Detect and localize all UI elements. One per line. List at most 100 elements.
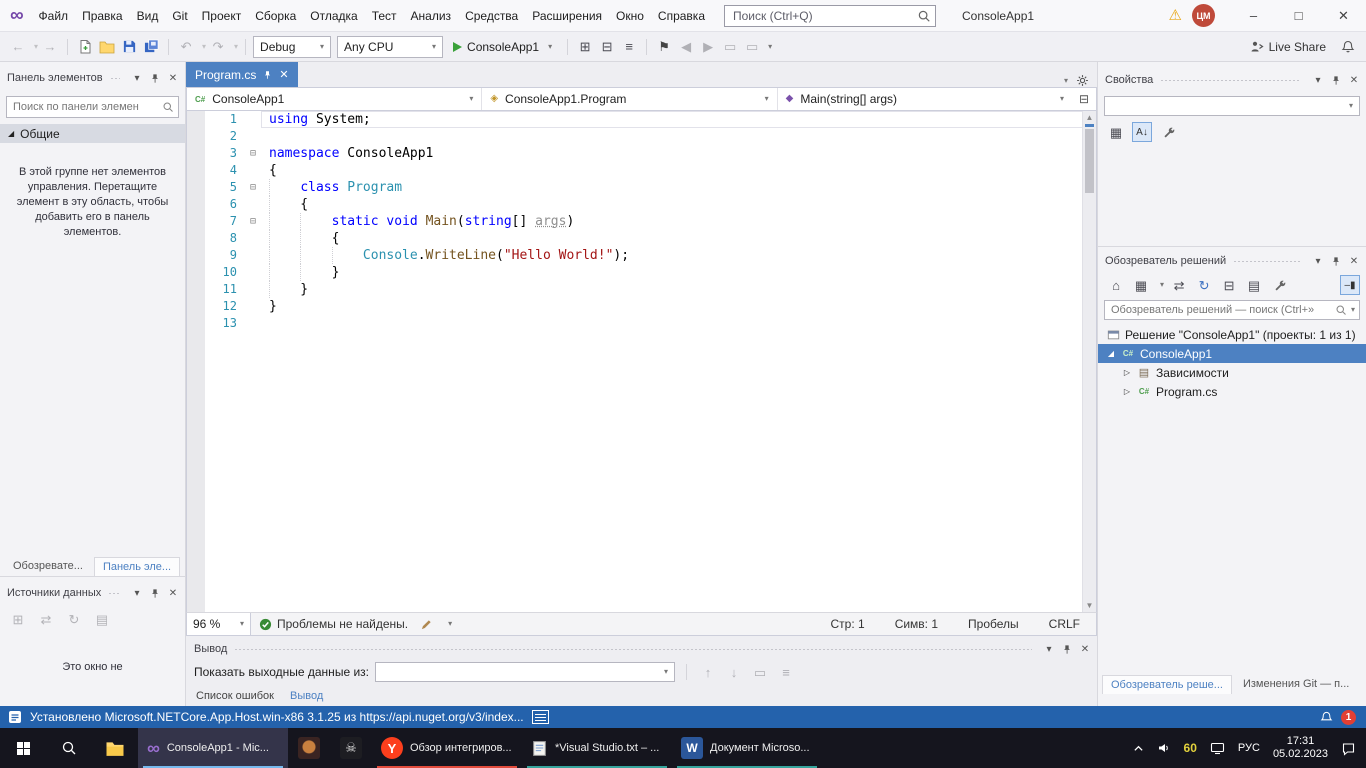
line-number[interactable]: 4 xyxy=(205,162,245,179)
expander-collapsed-icon[interactable]: ▷ xyxy=(1122,368,1132,377)
output-source-dropdown[interactable]: ▾ xyxy=(375,662,675,682)
type-dropdown[interactable]: ◈ ConsoleApp1.Program ▾ xyxy=(482,88,777,110)
code-text[interactable]: } xyxy=(261,264,1096,281)
code-line-2[interactable]: 2 xyxy=(187,128,1096,145)
toggle-bookmark-icon[interactable]: ⚑ xyxy=(654,37,674,57)
line-number[interactable]: 1 xyxy=(205,111,245,128)
collapse-all-icon[interactable]: ⊟ xyxy=(1219,275,1239,295)
property-pages-icon[interactable] xyxy=(1158,122,1178,142)
menu-file[interactable]: Файл xyxy=(32,6,76,26)
solution-platforms-dropdown[interactable]: Any CPU▾ xyxy=(337,36,443,58)
tray-expand-icon[interactable] xyxy=(1133,743,1144,754)
code-text[interactable]: namespace ConsoleApp1 xyxy=(261,145,1096,162)
collapse-icon[interactable]: ◢ xyxy=(8,129,14,138)
code-line-11[interactable]: 11 } xyxy=(187,281,1096,298)
menu-view[interactable]: Вид xyxy=(130,6,166,26)
save-icon[interactable] xyxy=(119,37,139,57)
start-debugging-button[interactable]: ConsoleApp1 ▾ xyxy=(445,35,560,59)
zoom-dropdown[interactable]: 96 % ▾ xyxy=(187,613,251,635)
line-number[interactable]: 3 xyxy=(205,145,245,162)
scroll-up-icon[interactable]: ▲ xyxy=(1083,113,1096,122)
redo-icon[interactable]: ↷ xyxy=(208,37,228,57)
start-button[interactable] xyxy=(0,728,46,768)
switch-views-icon[interactable]: ▦ xyxy=(1131,275,1151,295)
window-position-icon[interactable]: ▾ xyxy=(1041,641,1057,657)
undo-icon[interactable]: ↶ xyxy=(176,37,196,57)
close-button[interactable]: ✕ xyxy=(1321,0,1366,31)
tab-list-icon[interactable]: ▾ xyxy=(1064,77,1068,85)
refresh-icon[interactable]: ↻ xyxy=(1194,275,1214,295)
line-operations-icon[interactable]: ≡ xyxy=(619,37,639,57)
code-text[interactable] xyxy=(261,315,1096,332)
menu-debug[interactable]: Отладка xyxy=(303,6,364,26)
window-layout-icon[interactable]: ⊟ xyxy=(597,37,617,57)
taskbar-game2-button[interactable]: ☠ xyxy=(330,728,372,768)
taskbar-yandex-button[interactable]: Y Обзор интегриров... xyxy=(372,728,522,768)
menu-build[interactable]: Сборка xyxy=(248,6,303,26)
code-line-13[interactable]: 13 xyxy=(187,315,1096,332)
language-indicator[interactable]: РУС xyxy=(1238,742,1260,754)
quick-search[interactable] xyxy=(724,5,936,27)
code-line-12[interactable]: 12} xyxy=(187,298,1096,315)
menu-edit[interactable]: Правка xyxy=(75,6,130,26)
code-text[interactable]: } xyxy=(261,298,1096,315)
line-number[interactable]: 9 xyxy=(205,247,245,264)
member-dropdown[interactable]: ◆ Main(string[] args) ▾ xyxy=(778,88,1072,110)
taskbar-game1-button[interactable] xyxy=(288,728,330,768)
fold-collapse-icon[interactable]: ⊟ xyxy=(245,179,261,196)
line-number[interactable]: 11 xyxy=(205,281,245,298)
code-text[interactable]: { xyxy=(261,230,1096,247)
editor-options-icon[interactable] xyxy=(1076,74,1089,87)
code-text[interactable]: Console.WriteLine("Hello World!"); xyxy=(261,247,1096,264)
window-position-icon[interactable]: ▾ xyxy=(129,70,145,86)
tab-git-changes[interactable]: Изменения Git — п... xyxy=(1234,674,1358,694)
feedback-icon[interactable] xyxy=(1338,37,1358,57)
line-number[interactable]: 13 xyxy=(205,315,245,332)
tree-item-dependencies[interactable]: ▷ ▤ Зависимости xyxy=(1098,363,1366,382)
code-line-9[interactable]: 9 Console.WriteLine("Hello World!"); xyxy=(187,247,1096,264)
line-number[interactable]: 5 xyxy=(205,179,245,196)
fold-collapse-icon[interactable]: ⊟ xyxy=(245,213,261,230)
next-bookmark-icon[interactable]: ▶ xyxy=(698,37,718,57)
scrollbar-thumb[interactable] xyxy=(1085,129,1094,193)
toolbox-search[interactable] xyxy=(6,96,179,118)
line-number[interactable]: 8 xyxy=(205,230,245,247)
toolbar-overflow-icon[interactable]: ▾ xyxy=(768,43,772,51)
taskbar-word-button[interactable]: W Документ Microso... xyxy=(672,728,822,768)
code-text[interactable]: using System; xyxy=(261,111,1096,128)
chevron-down-icon[interactable]: ▾ xyxy=(448,620,452,628)
volume-icon[interactable] xyxy=(1157,741,1171,755)
code-line-3[interactable]: 3⊟namespace ConsoleApp1 xyxy=(187,145,1096,162)
vertical-scrollbar[interactable]: ▲ ▼ xyxy=(1082,111,1096,612)
code-health-indicator[interactable]: Проблемы не найдены. xyxy=(259,617,408,631)
clear-all-icon[interactable]: ▭ xyxy=(750,662,770,682)
next-message-icon[interactable]: ↓ xyxy=(724,662,744,682)
output-header[interactable]: Вывод ▾ ✕ xyxy=(186,640,1097,658)
tab-error-list[interactable]: Список ошибок xyxy=(196,690,274,702)
configure-icon[interactable]: ▤ xyxy=(92,609,112,629)
expander-collapsed-icon[interactable]: ▷ xyxy=(1122,387,1132,396)
quick-search-input[interactable] xyxy=(733,9,917,23)
object-dropdown[interactable]: ▾ xyxy=(1104,96,1360,116)
close-icon[interactable]: ✕ xyxy=(1346,72,1362,88)
tree-item-project[interactable]: ◢ C# ConsoleApp1 xyxy=(1098,344,1366,363)
tab-output[interactable]: Вывод xyxy=(290,690,323,702)
home-icon[interactable]: ⌂ xyxy=(1106,275,1126,295)
code-line-4[interactable]: 4{ xyxy=(187,162,1096,179)
preview-selected-items-icon[interactable]: –▮ xyxy=(1340,275,1360,295)
properties-icon[interactable] xyxy=(1269,275,1289,295)
pin-icon[interactable] xyxy=(1328,72,1344,88)
menu-tools[interactable]: Средства xyxy=(458,6,525,26)
code-line-5[interactable]: 5⊟ class Program xyxy=(187,179,1096,196)
action-center-icon[interactable] xyxy=(1341,741,1356,756)
code-text[interactable]: { xyxy=(261,196,1096,213)
code-text[interactable] xyxy=(261,128,1096,145)
comment-icon[interactable]: ▭ xyxy=(720,37,740,57)
code-text[interactable]: } xyxy=(261,281,1096,298)
alphabetical-icon[interactable]: А↓ xyxy=(1132,122,1152,142)
notification-count-badge[interactable]: 1 xyxy=(1341,710,1356,725)
close-tab-icon[interactable]: ✕ xyxy=(279,68,288,81)
menu-test[interactable]: Тест xyxy=(365,6,404,26)
save-all-icon[interactable] xyxy=(141,37,161,57)
refresh-icon[interactable]: ↻ xyxy=(64,609,84,629)
